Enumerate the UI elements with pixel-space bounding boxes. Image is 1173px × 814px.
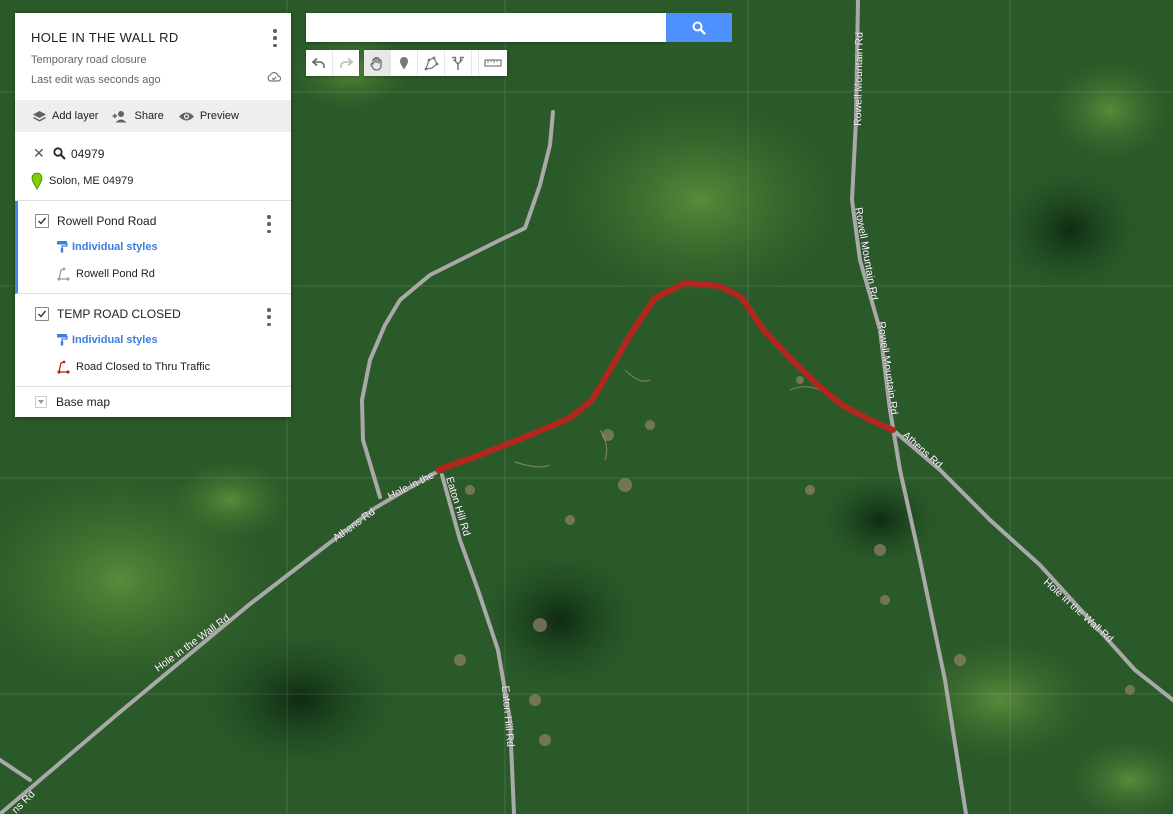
expand-triangle-icon — [35, 396, 47, 408]
hand-icon — [370, 56, 382, 71]
map-actions-bar: Add layer Share Preview — [15, 100, 291, 132]
layer-options-icon[interactable] — [261, 215, 277, 233]
green-marker-icon — [31, 172, 43, 190]
preview-button[interactable]: Preview — [178, 110, 239, 122]
select-pan-tool[interactable] — [364, 50, 391, 76]
checkmark-icon — [38, 217, 47, 225]
paint-roller-icon — [57, 241, 68, 253]
add-person-icon — [112, 110, 127, 122]
individual-styles-link[interactable]: Individual styles — [56, 240, 275, 253]
search-query: 04979 — [71, 146, 105, 161]
layers-icon — [33, 110, 46, 122]
base-map-toggle[interactable]: Base map — [15, 387, 291, 417]
ruler-icon — [484, 59, 502, 67]
draw-line-tool[interactable] — [418, 50, 445, 76]
individual-styles-label: Individual styles — [72, 240, 158, 253]
layer-temp-road-closed[interactable]: TEMP ROAD CLOSED Individual styles Road … — [15, 294, 291, 387]
draw-line-icon — [424, 56, 438, 70]
cloud-saved-icon — [267, 72, 281, 82]
map-header: HOLE IN THE WALL RD Temporary road closu… — [15, 13, 291, 100]
search-button[interactable] — [666, 13, 732, 42]
marker-icon — [400, 57, 408, 70]
map-legend-panel: HOLE IN THE WALL RD Temporary road closu… — [15, 13, 291, 417]
layer-visibility-checkbox[interactable] — [35, 214, 49, 228]
undo-icon — [312, 57, 325, 68]
line-icon — [57, 360, 70, 374]
directions-icon — [452, 56, 464, 70]
last-edit-status: Last edit was seconds ago — [31, 74, 161, 86]
drawing-toolbar — [364, 50, 507, 76]
base-map-label: Base map — [56, 395, 111, 409]
individual-styles-label: Individual styles — [72, 333, 158, 346]
checkmark-icon — [38, 310, 47, 318]
layer-options-icon[interactable] — [261, 308, 277, 326]
history-toolbar — [306, 50, 359, 76]
map-options-icon[interactable] — [267, 29, 283, 47]
close-search-icon[interactable]: ✕ — [33, 145, 53, 162]
layer-feature-item[interactable]: Road Closed to Thru Traffic — [57, 360, 275, 374]
map-description[interactable]: Temporary road closure — [31, 54, 275, 66]
map-search-input[interactable] — [306, 13, 666, 42]
road-label-rowell-top: Rowell Mountain Rd — [852, 32, 866, 126]
add-marker-tool[interactable] — [391, 50, 418, 76]
eye-icon — [178, 112, 194, 120]
layer-name[interactable]: Rowell Pond Road — [57, 214, 156, 228]
feature-label: Rowell Pond Rd — [76, 268, 155, 280]
add-layer-label: Add layer — [52, 110, 99, 122]
map-title[interactable]: HOLE IN THE WALL RD — [31, 30, 275, 45]
preview-label: Preview — [199, 110, 239, 122]
undo-button[interactable] — [306, 50, 333, 76]
search-result-label: Solon, ME 04979 — [49, 175, 134, 187]
line-icon — [57, 267, 70, 281]
search-results-section: ✕ 04979 Solon, ME 04979 — [15, 132, 291, 201]
layer-name[interactable]: TEMP ROAD CLOSED — [57, 307, 181, 321]
layer-feature-item[interactable]: Rowell Pond Rd — [57, 267, 275, 281]
search-result-item[interactable]: Solon, ME 04979 — [31, 172, 275, 190]
layer-visibility-checkbox[interactable] — [35, 307, 49, 321]
share-label: Share — [134, 110, 164, 122]
measure-tool[interactable] — [478, 50, 507, 76]
feature-label: Road Closed to Thru Traffic — [76, 361, 211, 373]
search-icon — [692, 21, 706, 35]
redo-icon — [340, 57, 353, 68]
add-directions-tool[interactable] — [445, 50, 472, 76]
paint-roller-icon — [57, 334, 68, 346]
redo-button[interactable] — [333, 50, 359, 76]
individual-styles-link[interactable]: Individual styles — [56, 333, 275, 346]
search-icon — [53, 147, 66, 160]
layer-rowell-pond-road[interactable]: Rowell Pond Road Individual styles Rowel… — [15, 201, 291, 294]
share-button[interactable]: Share — [112, 110, 164, 123]
add-layer-button[interactable]: Add layer — [32, 110, 98, 123]
